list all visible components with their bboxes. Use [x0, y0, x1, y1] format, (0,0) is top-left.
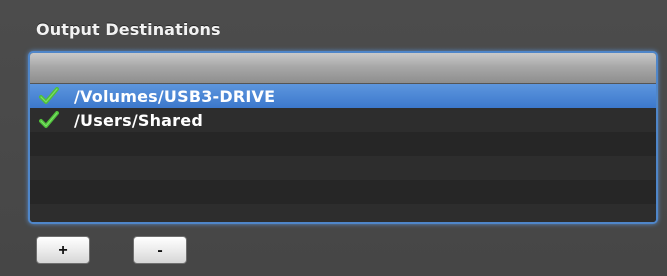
output-destinations-panel: Output Destinations /Volumes/USB3-DRIVE: [0, 0, 667, 276]
checkmark-icon[interactable]: [38, 110, 60, 130]
list-header: [30, 53, 656, 84]
row-path-label: /Users/Shared: [74, 110, 203, 130]
add-destination-button[interactable]: +: [36, 236, 90, 264]
destinations-list[interactable]: /Volumes/USB3-DRIVE /Users/Shared: [30, 53, 656, 222]
list-row-usb3-drive[interactable]: /Volumes/USB3-DRIVE: [30, 84, 656, 108]
section-title: Output Destinations: [36, 20, 221, 39]
row-path-label: /Volumes/USB3-DRIVE: [74, 86, 276, 106]
remove-destination-button[interactable]: -: [133, 236, 187, 264]
list-row-users-shared[interactable]: /Users/Shared: [30, 108, 656, 132]
list-body: /Volumes/USB3-DRIVE /Users/Shared: [30, 84, 656, 222]
checkmark-icon[interactable]: [38, 86, 60, 106]
